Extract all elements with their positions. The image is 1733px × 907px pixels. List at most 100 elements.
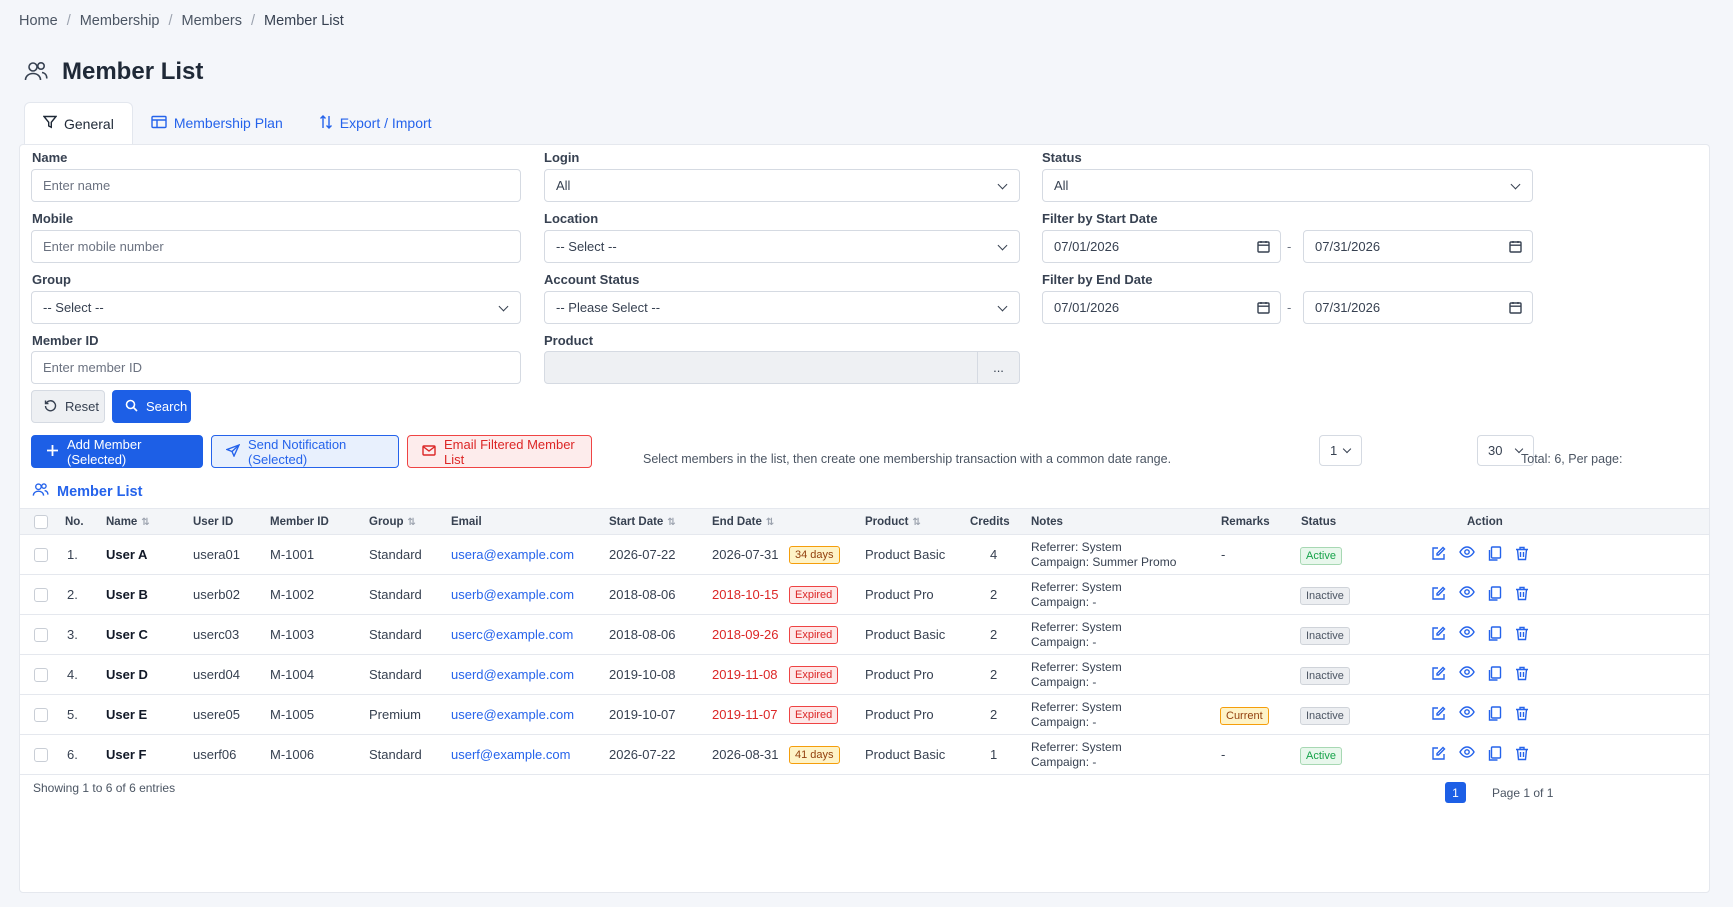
notes-campaign: Campaign: -: [1031, 755, 1097, 769]
sort-icon[interactable]: ⇅: [912, 517, 920, 528]
group-label: Group: [32, 272, 71, 287]
search-button[interactable]: Search: [112, 390, 191, 423]
date-range-separator: -: [1287, 239, 1292, 254]
select-all-checkbox[interactable]: [34, 515, 48, 529]
group-select[interactable]: -- Select --: [31, 291, 521, 324]
delete-icon[interactable]: [1515, 746, 1529, 761]
add-member-button[interactable]: Add Member (Selected): [31, 435, 203, 468]
cell-name: User F: [106, 747, 147, 762]
edit-icon[interactable]: [1431, 586, 1446, 601]
calendar-icon[interactable]: [1509, 240, 1522, 256]
row-checkbox[interactable]: [34, 588, 48, 602]
status-badge: Inactive: [1300, 667, 1350, 685]
delete-icon[interactable]: [1515, 586, 1529, 601]
calendar-icon[interactable]: [1509, 301, 1522, 317]
row-checkbox[interactable]: [34, 668, 48, 682]
page-1-button[interactable]: 1: [1445, 782, 1466, 803]
view-icon[interactable]: [1459, 586, 1475, 601]
status-select[interactable]: All: [1042, 169, 1533, 202]
cell-no: 3.: [67, 627, 78, 642]
start-date-to-input[interactable]: 07/31/2026: [1303, 230, 1533, 263]
cell-email-link[interactable]: userc@example.com: [451, 627, 573, 642]
delete-icon[interactable]: [1515, 546, 1529, 561]
cell-email-link[interactable]: userb@example.com: [451, 587, 574, 602]
cell-user-id: userd04: [193, 667, 240, 682]
col-start-date[interactable]: Start Date ⇅: [609, 516, 676, 528]
cell-start-date: 2019-10-08: [609, 667, 676, 682]
edit-icon[interactable]: [1431, 626, 1446, 641]
col-end-date[interactable]: End Date ⇅: [712, 516, 774, 528]
tab-general[interactable]: General: [24, 102, 133, 144]
name-input[interactable]: Enter name: [31, 169, 521, 202]
view-icon[interactable]: [1459, 626, 1475, 641]
cell-credits: 2: [990, 587, 998, 602]
col-group[interactable]: Group ⇅: [369, 516, 416, 528]
copy-icon[interactable]: [1488, 746, 1502, 761]
sort-icon[interactable]: ⇅: [667, 517, 675, 528]
cell-email-link[interactable]: userf@example.com: [451, 747, 570, 762]
member-id-input[interactable]: Enter member ID: [31, 351, 521, 384]
copy-icon[interactable]: [1488, 626, 1502, 641]
page-select[interactable]: 1: [1319, 435, 1362, 466]
row-checkbox[interactable]: [34, 628, 48, 642]
col-product[interactable]: Product ⇅: [865, 516, 921, 528]
cell-email-link[interactable]: userd@example.com: [451, 667, 574, 682]
product-picker-button[interactable]: ...: [977, 352, 1019, 383]
cell-email-link[interactable]: usera@example.com: [451, 547, 574, 562]
send-notification-button[interactable]: Send Notification (Selected): [211, 435, 399, 468]
sort-icon[interactable]: ⇅: [408, 517, 416, 528]
edit-icon[interactable]: [1431, 706, 1446, 721]
product-field[interactable]: ...: [544, 351, 1020, 384]
cell-email-link[interactable]: usere@example.com: [451, 707, 574, 722]
edit-icon[interactable]: [1431, 546, 1446, 561]
row-checkbox[interactable]: [34, 548, 48, 562]
copy-icon[interactable]: [1488, 706, 1502, 721]
start-date-from-input[interactable]: 07/01/2026: [1042, 230, 1281, 263]
sort-icon[interactable]: ⇅: [141, 517, 149, 528]
breadcrumb-members[interactable]: Members: [182, 13, 242, 29]
col-name[interactable]: Name ⇅: [106, 516, 150, 528]
col-no: No.: [65, 516, 84, 528]
notes-campaign: Campaign: -: [1031, 715, 1097, 729]
view-icon[interactable]: [1459, 706, 1475, 721]
search-label: Search: [146, 399, 188, 414]
calendar-icon[interactable]: [1257, 240, 1270, 256]
delete-icon[interactable]: [1515, 706, 1529, 721]
login-select[interactable]: All: [544, 169, 1020, 202]
row-actions: [1431, 666, 1529, 681]
row-checkbox[interactable]: [34, 708, 48, 722]
delete-icon[interactable]: [1515, 666, 1529, 681]
breadcrumb-membership[interactable]: Membership: [80, 13, 160, 29]
edit-icon[interactable]: [1431, 666, 1446, 681]
location-select[interactable]: -- Select --: [544, 230, 1020, 263]
delete-icon[interactable]: [1515, 626, 1529, 641]
calendar-icon[interactable]: [1257, 301, 1270, 317]
sort-icon[interactable]: ⇅: [766, 517, 774, 528]
view-icon[interactable]: [1459, 666, 1475, 681]
status-badge: Active: [1300, 747, 1342, 765]
view-icon[interactable]: [1459, 746, 1475, 761]
copy-icon[interactable]: [1488, 546, 1502, 561]
notes-campaign: Campaign: -: [1031, 675, 1097, 689]
row-checkbox[interactable]: [34, 748, 48, 762]
email-filtered-button[interactable]: Email Filtered Member List: [407, 435, 592, 468]
copy-icon[interactable]: [1488, 586, 1502, 601]
tab-export-import[interactable]: Export / Import: [301, 102, 450, 144]
mobile-input[interactable]: Enter mobile number: [31, 230, 521, 263]
view-icon[interactable]: [1459, 546, 1475, 561]
edit-icon[interactable]: [1431, 746, 1446, 761]
remarks-badge: Current: [1220, 707, 1269, 725]
breadcrumb-separator: /: [168, 13, 173, 29]
breadcrumb-home[interactable]: Home: [19, 13, 58, 29]
cell-product: Product Basic: [865, 547, 946, 562]
notes-referrer: Referrer: System: [1031, 580, 1122, 594]
end-date-to-input[interactable]: 07/31/2026: [1303, 291, 1533, 324]
cell-credits: 1: [990, 747, 998, 762]
end-date-from-input[interactable]: 07/01/2026: [1042, 291, 1281, 324]
account-status-select[interactable]: -- Please Select --: [544, 291, 1020, 324]
copy-icon[interactable]: [1488, 666, 1502, 681]
notes-campaign: Campaign: -: [1031, 595, 1097, 609]
notes-referrer: Referrer: System: [1031, 620, 1122, 634]
tab-membership-plan[interactable]: Membership Plan: [133, 102, 301, 144]
reset-button[interactable]: Reset: [31, 390, 105, 423]
